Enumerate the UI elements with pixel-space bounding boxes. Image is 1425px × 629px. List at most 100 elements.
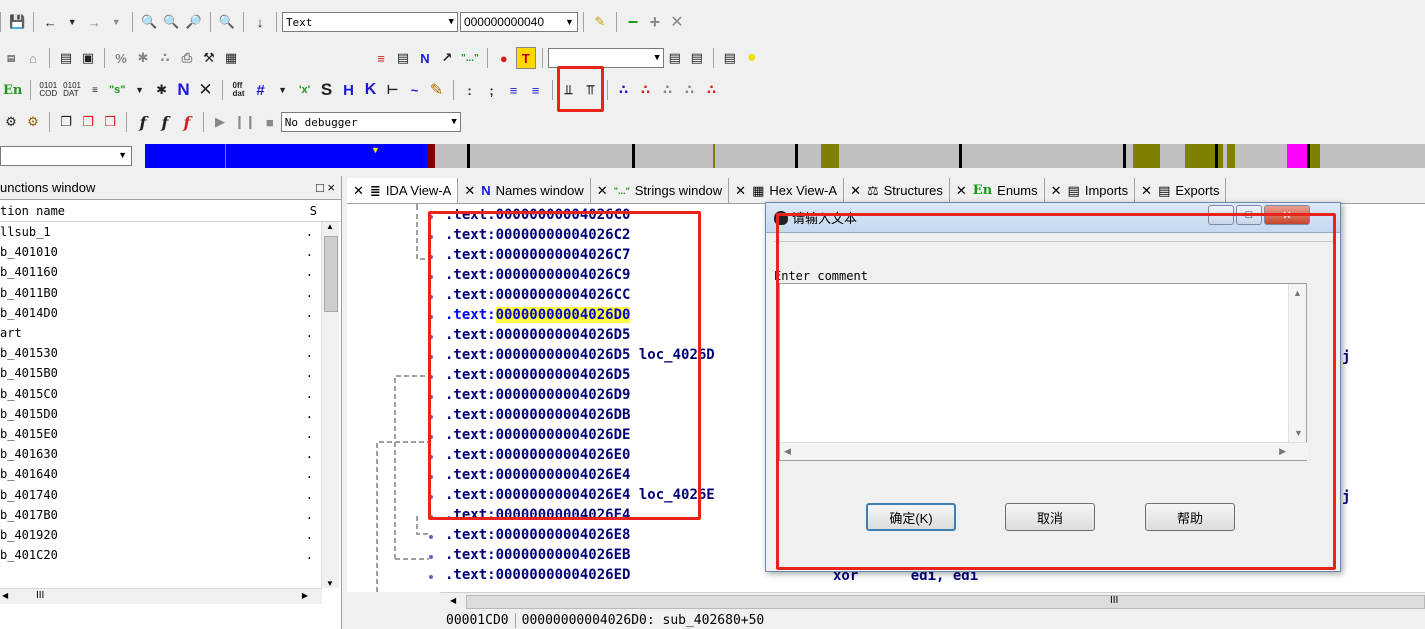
navigation-strip[interactable]: ▼	[145, 144, 1425, 168]
forward-arrow-icon[interactable]: →	[84, 11, 104, 33]
disasm-line[interactable]: .text:00000000004026D5	[445, 367, 630, 387]
maximize-button[interactable]: □	[1236, 205, 1262, 225]
disasm-line[interactable]: .text:00000000004026C9	[445, 267, 630, 287]
tab-close-icon[interactable]: ✕	[956, 183, 967, 199]
type-t-icon[interactable]: T	[515, 47, 536, 69]
function-row[interactable]: llsub_1.	[0, 222, 341, 242]
nav-combo[interactable]: ▼	[0, 146, 132, 166]
function-row[interactable]: b_401160.	[0, 262, 341, 282]
close-x-icon[interactable]: ✕	[667, 11, 687, 33]
minus-icon[interactable]: −	[623, 11, 643, 33]
struct-del-icon[interactable]: ▤	[687, 47, 707, 69]
yellow-circle-icon[interactable]: ●	[742, 47, 762, 69]
close-button[interactable]: ✕	[1264, 205, 1310, 225]
function-row[interactable]: b_401C20.	[0, 545, 341, 565]
anterior-lines-icon[interactable]: ≡	[504, 79, 524, 101]
function-row[interactable]: b_401630.	[0, 444, 341, 464]
tilde-icon[interactable]: ~	[405, 79, 425, 101]
binary-file-icon[interactable]: ▤	[1, 47, 21, 69]
code-cod-button[interactable]: 0101 COD	[37, 79, 59, 101]
scroll-left-arrow-icon[interactable]: ◀	[450, 596, 456, 605]
tab-close-icon[interactable]: ✕	[850, 183, 861, 199]
tab-structures[interactable]: ✕ ⚖ Structures	[844, 178, 950, 203]
window-controls[interactable]: □ ×	[316, 180, 335, 195]
disasm-line[interactable]: .text:00000000004026D5 loc_4026D	[445, 347, 715, 367]
settings-icon[interactable]: ⚙	[23, 111, 43, 133]
breakpoint-icon[interactable]: ●	[494, 47, 514, 69]
plus-icon[interactable]: +	[645, 11, 665, 33]
strings-icon[interactable]: "..."	[459, 47, 481, 69]
tab-enums[interactable]: ✕ En Enums	[949, 178, 1045, 203]
function-row[interactable]: b_4011B0.	[0, 283, 341, 303]
function-row[interactable]: b_401740.	[0, 484, 341, 504]
disasm-line[interactable]: .text:00000000004026EB	[445, 547, 630, 567]
data-dat-button[interactable]: 0101 DAT	[61, 79, 83, 101]
struct-add-icon[interactable]: ▤	[665, 47, 685, 69]
back-arrow-icon[interactable]: ←	[40, 11, 60, 33]
scroll-right-arrow-icon[interactable]: ▶	[1279, 446, 1286, 457]
scroll-right-arrow-icon[interactable]: ▶	[302, 591, 308, 600]
scrollbar-thumb[interactable]	[466, 595, 1425, 609]
disasm-line[interactable]: .text:00000000004026D0	[445, 307, 631, 327]
percent-icon[interactable]: %	[111, 47, 131, 69]
chart-alt-icon[interactable]: ⫪	[581, 79, 601, 101]
doc-icon[interactable]: ▤	[720, 47, 740, 69]
scroll-up-arrow-icon[interactable]: ▲	[326, 222, 334, 231]
scroll-left-arrow-icon[interactable]: ◀	[2, 591, 8, 600]
paste-icon[interactable]: ❐	[78, 111, 98, 133]
wrench-icon[interactable]: ⚒	[199, 47, 219, 69]
minimize-button[interactable]: ─	[1208, 205, 1234, 225]
tab-ida-view-a[interactable]: ✕ ≣ IDA View-A	[347, 178, 459, 203]
scrollbar-thumb[interactable]	[324, 236, 338, 312]
comment-textarea[interactable]: ▲ ▼ ◀ ▶	[779, 283, 1308, 461]
function-row[interactable]: b_4015E0.	[0, 424, 341, 444]
comment-vertical-scrollbar[interactable]: ▲ ▼	[1288, 284, 1306, 442]
ok-button[interactable]: 确定(K)	[866, 503, 956, 531]
disasm-line[interactable]: .text:00000000004026C0	[445, 207, 630, 227]
xref-to-icon[interactable]: ∴	[658, 79, 678, 101]
debugger-combo[interactable]: No debugger ▼	[280, 112, 461, 132]
disasm-line[interactable]: .text:00000000004026C2	[445, 227, 630, 247]
disasm-line[interactable]: .text:00000000004026D5	[445, 327, 630, 347]
tab-exports[interactable]: ✕ ▤ Exports	[1135, 178, 1227, 203]
disasm-line[interactable]: .text:00000000004026D9	[445, 387, 630, 407]
column-segment[interactable]: S	[310, 204, 317, 218]
search-disabled-icon[interactable]: 🔍	[217, 11, 237, 33]
function-f-icon[interactable]: f	[133, 111, 153, 133]
tab-strings-window[interactable]: ✕ "..." Strings window	[590, 178, 730, 203]
function-edit-icon[interactable]: f	[155, 111, 175, 133]
column-function-name[interactable]: tion name	[0, 204, 65, 218]
disasm-line[interactable]: .text:00000000004026C7	[445, 247, 630, 267]
data-bin-icon[interactable]: ≡	[85, 79, 105, 101]
copy-icon[interactable]: ❐	[56, 111, 76, 133]
save-icon[interactable]: 💾	[7, 11, 27, 33]
stop-icon[interactable]: ■	[260, 111, 280, 133]
disasm-line[interactable]: .text:00000000004026CC	[445, 287, 630, 307]
struct-gear-icon[interactable]: ⚙	[1, 111, 21, 133]
tab-close-icon[interactable]: ✕	[1141, 183, 1152, 199]
clone-icon[interactable]: ❐	[100, 111, 120, 133]
functions-vertical-scrollbar[interactable]: ▲ ▼	[321, 222, 339, 588]
disasm-line[interactable]: .text:00000000004026E4	[445, 467, 630, 487]
functions-column-header[interactable]: tion name S	[0, 200, 341, 222]
search-binoculars-icon[interactable]: 🔍	[139, 11, 159, 33]
home-icon[interactable]: ⌂	[23, 47, 43, 69]
disassembly-horizontal-scrollbar[interactable]: ◀ III	[440, 592, 1425, 610]
function-row[interactable]: b_4015D0.	[0, 404, 341, 424]
function-row[interactable]: b_4015B0.	[0, 363, 341, 383]
play-icon[interactable]: ▶	[210, 111, 230, 133]
image-icon[interactable]: ▣	[78, 47, 98, 69]
xref-icon[interactable]: ↗	[437, 47, 457, 69]
semicolon-comment-icon[interactable]: ;	[482, 79, 502, 101]
address-combo[interactable]: 000000000040 ▼	[459, 12, 578, 32]
highlight-marker-icon[interactable]: ✎	[590, 11, 610, 33]
function-delete-icon[interactable]: f	[177, 111, 197, 133]
string-s-button[interactable]: "s"	[107, 79, 128, 101]
tab-close-icon[interactable]: ✕	[597, 183, 608, 199]
chart-icon[interactable]: ⫫	[559, 79, 579, 101]
print-icon[interactable]: ⎙	[177, 47, 197, 69]
notepad-icon[interactable]: ▤	[56, 47, 76, 69]
tab-close-icon[interactable]: ✕	[464, 183, 475, 199]
negate-icon[interactable]: ⊢	[383, 79, 403, 101]
enum-en-button[interactable]: En	[1, 79, 24, 101]
